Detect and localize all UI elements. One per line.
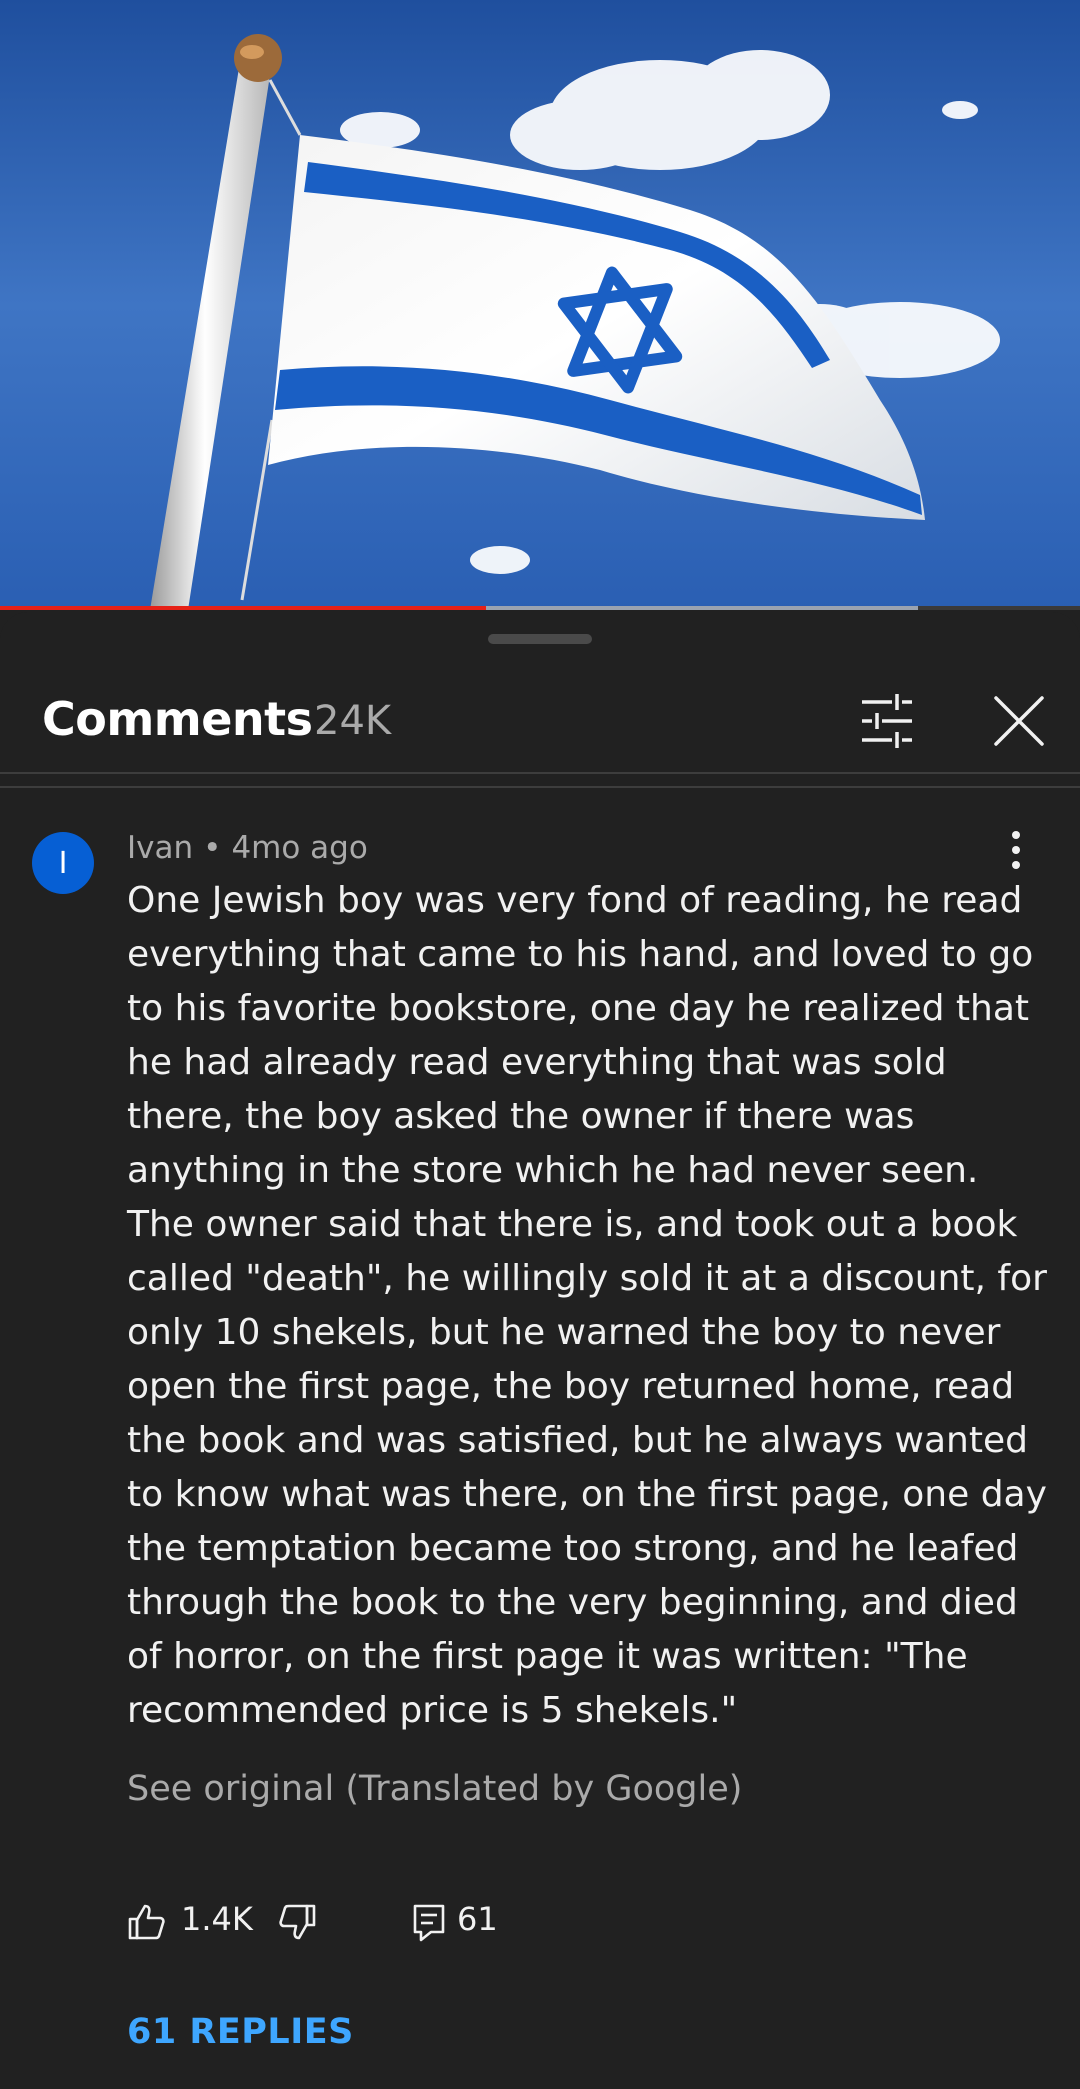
header-divider [0, 772, 1080, 774]
comment-actions: 1.4K 61 [127, 1894, 727, 1954]
comments-count: 24K [314, 698, 392, 744]
avatar[interactable]: I [32, 832, 94, 894]
comment-author[interactable]: Ivan [127, 830, 193, 866]
comments-header: Comments 24K [0, 672, 1080, 770]
progress-played [0, 606, 486, 610]
like-button[interactable] [127, 1902, 167, 1942]
more-vertical-icon [1012, 831, 1020, 869]
thumbs-down-icon [279, 1904, 316, 1940]
comment-time: 4mo ago [231, 830, 368, 866]
sort-filter-button[interactable] [858, 692, 922, 750]
comments-sheet: Comments 24K I Ivan • 4mo ago One Jewish… [0, 612, 1080, 2089]
reply-button[interactable] [409, 1902, 449, 1942]
sort-filter-icon [862, 694, 912, 748]
header-divider-secondary [0, 786, 1080, 788]
reply-count: 61 [457, 1900, 498, 1938]
video-player[interactable] [0, 0, 1080, 610]
comments-title: Comments [42, 692, 313, 746]
comment-reply-icon [413, 1904, 445, 1942]
comment-body: One Jewish boy was very fond of reading,… [127, 880, 1047, 1731]
close-icon [994, 696, 1044, 746]
video-thumbnail [0, 0, 1080, 610]
more-options-button[interactable] [996, 824, 1036, 876]
meta-separator: • [203, 830, 222, 866]
thumbs-up-icon [128, 1904, 165, 1940]
like-count: 1.4K [181, 1900, 253, 1938]
video-progress-bar[interactable] [0, 606, 1080, 610]
avatar-letter: I [58, 845, 68, 881]
dislike-button[interactable] [277, 1902, 317, 1942]
see-original-link[interactable]: See original (Translated by Google) [127, 1769, 742, 1809]
close-button[interactable] [990, 692, 1048, 750]
drag-handle[interactable] [488, 634, 592, 644]
comment-meta: Ivan • 4mo ago [127, 830, 368, 866]
view-replies-button[interactable]: 61 REPLIES [127, 2012, 354, 2052]
